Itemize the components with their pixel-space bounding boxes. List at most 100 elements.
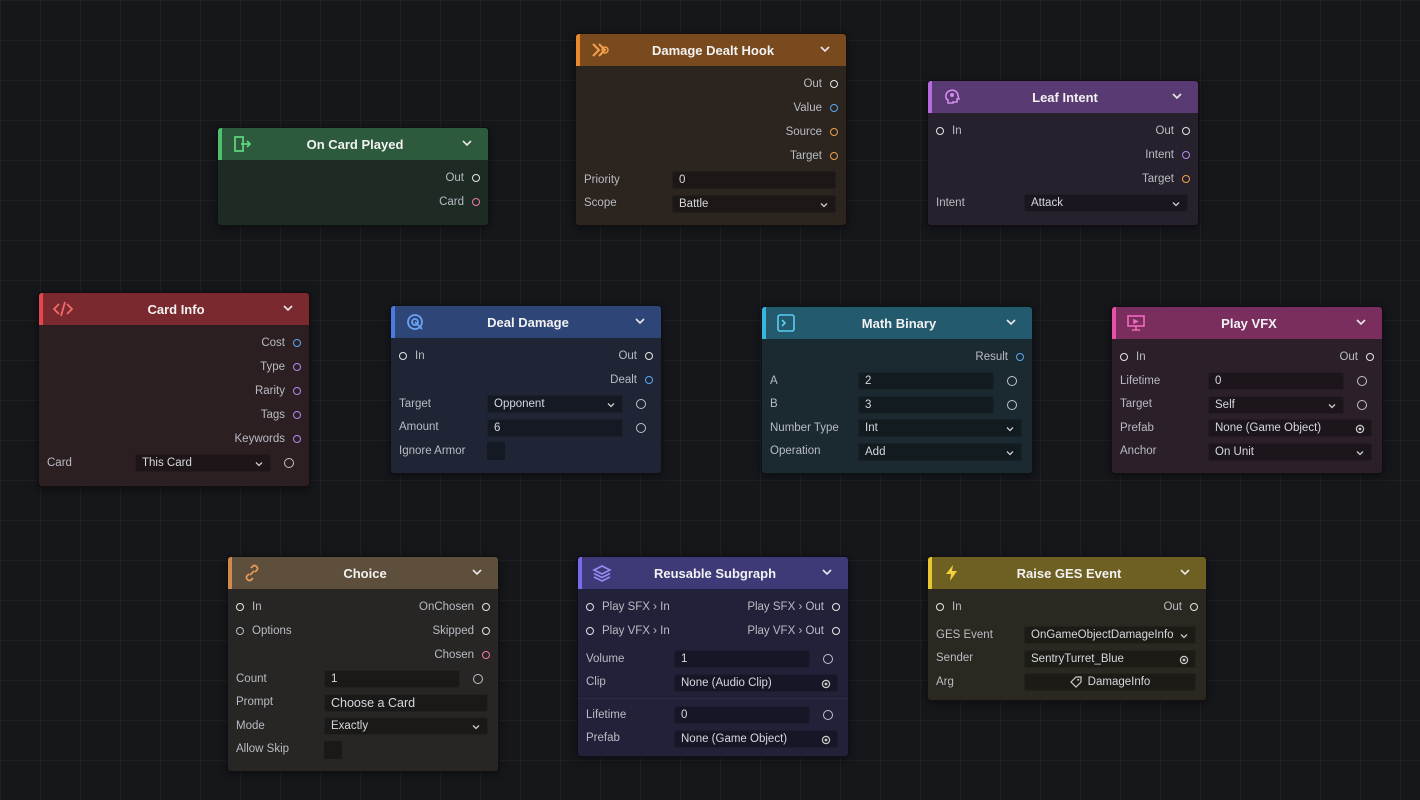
scope-dropdown[interactable]: Battle <box>672 194 836 213</box>
port-dot[interactable] <box>293 387 301 395</box>
output-port-dealt[interactable]: Dealt <box>391 368 661 392</box>
output-port-dot[interactable] <box>832 627 840 635</box>
priority-field[interactable]: 0 <box>672 171 836 189</box>
chevron-down-icon[interactable] <box>1004 315 1018 329</box>
node-deal-damage[interactable]: Deal Damage In Out Dealt Target Opponent… <box>390 305 662 474</box>
port-dot[interactable] <box>472 174 480 182</box>
input-port-dot[interactable] <box>586 627 594 635</box>
chevron-down-icon[interactable] <box>1354 315 1368 329</box>
output-port-out[interactable]: Out <box>576 72 846 96</box>
intent-dropdown[interactable]: Attack <box>1024 194 1188 212</box>
output-port-dot[interactable] <box>1182 127 1190 135</box>
link-port-button[interactable] <box>1007 399 1017 410</box>
object-picker-icon[interactable] <box>1355 424 1365 434</box>
input-port-dot[interactable] <box>399 352 407 360</box>
output-port-dot[interactable] <box>832 603 840 611</box>
port-dot[interactable] <box>293 363 301 371</box>
output-port-dot[interactable] <box>482 627 490 635</box>
output-port-dot[interactable] <box>645 352 653 360</box>
node-on-card-played[interactable]: On Card Played Out Card <box>217 127 489 226</box>
node-header[interactable]: Deal Damage <box>391 306 661 338</box>
port-dot[interactable] <box>293 435 301 443</box>
link-port-button[interactable] <box>473 674 483 684</box>
input-port-dot[interactable] <box>236 627 244 635</box>
output-port-dot[interactable] <box>1366 353 1374 361</box>
node-header[interactable]: Play VFX <box>1112 307 1382 339</box>
node-choice[interactable]: Choice In OnChosen Options Skipped Chose… <box>227 556 499 772</box>
count-field[interactable]: 1 <box>324 670 460 688</box>
node-header[interactable]: Math Binary <box>762 307 1032 339</box>
port-dot[interactable] <box>830 104 838 112</box>
input-port-dot[interactable] <box>1120 353 1128 361</box>
node-math-binary[interactable]: Math Binary Result A 2 B 3 Number Type I… <box>761 306 1033 474</box>
node-raise-ges-event[interactable]: Raise GES Event In Out GES Event OnGameO… <box>927 556 1207 701</box>
output-port-chosen[interactable]: Chosen <box>228 643 498 667</box>
node-header[interactable]: On Card Played <box>218 128 488 160</box>
lifetime-field[interactable]: 0 <box>1208 372 1344 390</box>
input-port-dot[interactable] <box>936 127 944 135</box>
sender-field[interactable]: SentryTurret_Blue <box>1024 649 1196 668</box>
link-port-button[interactable] <box>823 710 833 720</box>
a-field[interactable]: 2 <box>858 372 994 390</box>
link-port-button[interactable] <box>636 422 646 433</box>
ignore-armor-checkbox[interactable] <box>487 442 505 460</box>
port-dot[interactable] <box>830 128 838 136</box>
port-dot[interactable] <box>1182 151 1190 159</box>
chevron-down-icon[interactable] <box>1178 565 1192 579</box>
target-dropdown[interactable]: Self <box>1208 395 1344 414</box>
object-picker-icon[interactable] <box>1179 655 1189 665</box>
node-reusable-subgraph[interactable]: Reusable Subgraph Play SFX › In Play SFX… <box>577 556 849 757</box>
clip-field[interactable]: None (Audio Clip) <box>674 673 838 692</box>
node-header[interactable]: Raise GES Event <box>928 557 1206 589</box>
port-dot[interactable] <box>293 339 301 347</box>
port-dot[interactable] <box>645 376 653 384</box>
chevron-down-icon[interactable] <box>281 301 295 315</box>
output-port-result[interactable]: Result <box>762 345 1032 369</box>
output-port-tags[interactable]: Tags <box>39 403 309 427</box>
card-dropdown[interactable]: This Card <box>135 454 271 472</box>
port-dot[interactable] <box>830 152 838 160</box>
output-port-card[interactable]: Card <box>218 190 488 214</box>
chevron-down-icon[interactable] <box>460 136 474 150</box>
node-damage-dealt-hook[interactable]: Damage Dealt Hook Out Value Source Targe… <box>575 33 847 226</box>
operation-dropdown[interactable]: Add <box>858 442 1022 461</box>
node-header[interactable]: Leaf Intent <box>928 81 1198 113</box>
input-port-dot[interactable] <box>586 603 594 611</box>
output-port-out[interactable]: Out <box>218 166 488 190</box>
output-port-target[interactable]: Target <box>576 144 846 168</box>
arg-field[interactable]: DamageInfo <box>1024 673 1196 691</box>
output-port-source[interactable]: Source <box>576 120 846 144</box>
chevron-down-icon[interactable] <box>818 42 832 56</box>
output-port-dot[interactable] <box>1190 603 1198 611</box>
number-type-dropdown[interactable]: Int <box>858 419 1022 437</box>
mode-dropdown[interactable]: Exactly <box>324 717 488 735</box>
port-dot[interactable] <box>1016 353 1024 361</box>
link-port-button[interactable] <box>284 458 294 468</box>
link-port-button[interactable] <box>1357 399 1367 410</box>
object-picker-icon[interactable] <box>821 735 831 745</box>
output-port-dot[interactable] <box>482 603 490 611</box>
ges-event-dropdown[interactable]: OnGameObjectDamageInfo <box>1024 626 1196 644</box>
anchor-dropdown[interactable]: On Unit <box>1208 442 1372 461</box>
prompt-field[interactable]: Choose a Card <box>324 693 488 712</box>
input-port-dot[interactable] <box>936 603 944 611</box>
output-port-type[interactable]: Type <box>39 355 309 379</box>
port-dot[interactable] <box>1182 175 1190 183</box>
link-port-button[interactable] <box>1357 376 1367 386</box>
prefab-field[interactable]: None (Game Object) <box>1208 419 1372 437</box>
node-leaf-intent[interactable]: Leaf Intent In Out Intent Target Intent … <box>927 80 1199 226</box>
chevron-down-icon[interactable] <box>1170 89 1184 103</box>
node-header[interactable]: Card Info <box>39 293 309 325</box>
prefab-field[interactable]: None (Game Object) <box>674 729 838 748</box>
output-port-keywords[interactable]: Keywords <box>39 427 309 451</box>
node-card-info[interactable]: Card Info Cost Type Rarity Tags Keywords… <box>38 292 310 487</box>
output-port-value[interactable]: Value <box>576 96 846 120</box>
allow-skip-checkbox[interactable] <box>324 740 342 759</box>
chevron-down-icon[interactable] <box>470 565 484 579</box>
output-port-target[interactable]: Target <box>928 167 1198 191</box>
output-port-rarity[interactable]: Rarity <box>39 379 309 403</box>
object-picker-icon[interactable] <box>821 679 831 689</box>
output-port-intent[interactable]: Intent <box>928 143 1198 167</box>
port-dot[interactable] <box>830 80 838 88</box>
node-header[interactable]: Choice <box>228 557 498 589</box>
